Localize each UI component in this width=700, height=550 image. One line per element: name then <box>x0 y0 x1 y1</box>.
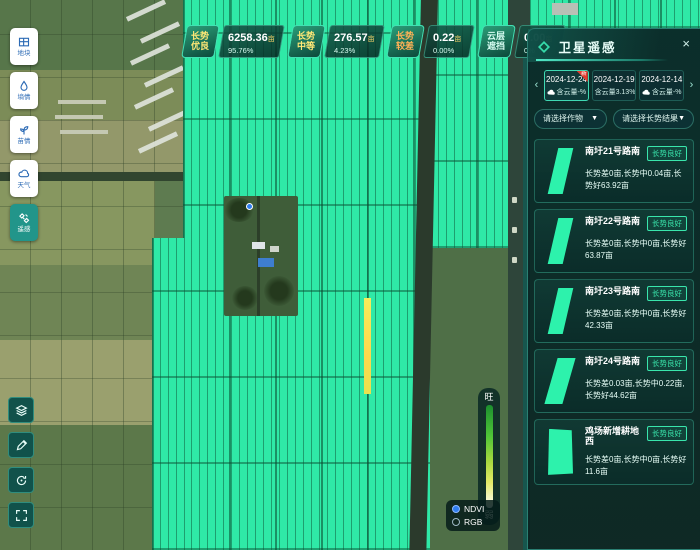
map-marker <box>512 227 517 233</box>
sidebar-item-label: 苗情 <box>18 138 31 144</box>
ndvi-radio[interactable]: NDVI <box>452 505 494 514</box>
date-selector: ‹ 新 2024-12-24 含云量-% 2024-12-19 含云量3.13%… <box>528 62 700 107</box>
date-card[interactable]: 新 2024-12-24 含云量-% <box>544 70 589 101</box>
close-icon[interactable]: × <box>682 37 690 50</box>
highlighted-crop-fields <box>183 0 430 550</box>
highlighted-crop-fields <box>522 0 700 28</box>
sidebar-item-label: 地块 <box>18 50 31 56</box>
field-card[interactable]: 南圩21号路南长势良好 长势差0亩,长势中0.04亩,长势好63.92亩 <box>534 139 694 203</box>
greenhouse <box>60 130 108 134</box>
stat-badge: 长势中等 <box>287 25 326 58</box>
date-card[interactable]: 2024-12-19 含云量3.13% <box>592 70 637 101</box>
fullscreen-icon <box>15 509 28 522</box>
growth-stats-bar: 长势优良 6258.36亩95.76% 长势中等 276.57亩4.23% 长势… <box>184 25 563 58</box>
reset-locate-button[interactable] <box>8 467 34 493</box>
stat-badge: 云层遮挡 <box>478 25 517 58</box>
greenhouse <box>58 100 106 104</box>
sidebar-item-remote-sensing[interactable]: 遥感 <box>10 204 38 241</box>
stat-growth-excellent: 长势优良 6258.36亩95.76% <box>184 25 282 58</box>
rgb-radio[interactable]: RGB <box>452 518 494 527</box>
building <box>552 3 578 15</box>
weather-icon <box>18 168 30 180</box>
field-list: 南圩21号路南长势良好 长势差0亩,长势中0.04亩,长势好63.92亩 南圩2… <box>528 135 700 549</box>
field-thumbnail <box>541 426 579 479</box>
field-card[interactable]: 南圩24号路南长势良好 长势差0.03亩,长势中0.22亩,长势好44.62亩 <box>534 349 694 413</box>
header-divider <box>536 59 668 61</box>
stat-value: 276.57亩4.23% <box>324 25 384 58</box>
radio-unselected-icon <box>452 518 460 526</box>
building <box>252 242 265 249</box>
field-thumbnail <box>541 146 579 196</box>
building <box>270 246 279 252</box>
growth-badge: 长势良好 <box>647 286 687 301</box>
next-date-arrow[interactable]: › <box>687 70 696 101</box>
field-thumbnail <box>541 216 579 266</box>
stat-growth-poor: 长势较差 0.22亩0.00% <box>389 25 472 58</box>
field-card[interactable]: 鸡场新增耕地西长势良好 长势差0亩,长势中0亩,长势好11.6亩 <box>534 419 694 486</box>
stat-growth-medium: 长势中等 276.57亩4.23% <box>290 25 382 58</box>
village-area <box>224 196 298 316</box>
growth-badge: 长势良好 <box>647 146 687 161</box>
moisture-icon <box>18 80 30 92</box>
stat-value: 6258.36亩95.76% <box>218 25 285 58</box>
growth-badge: 长势良好 <box>647 356 687 371</box>
crop-select[interactable]: 请选择作物 ▼ <box>534 109 607 129</box>
pencil-icon <box>15 439 28 452</box>
draw-measure-button[interactable] <box>8 432 34 458</box>
sidebar-item-weather[interactable]: 天气 <box>10 160 38 197</box>
map-marker <box>512 197 517 203</box>
map-marker[interactable] <box>246 203 253 210</box>
field-thumbnail <box>541 286 579 336</box>
sidebar-item-label: 遥感 <box>18 226 31 232</box>
field-card[interactable]: 南圩22号路南长势良好 长势差0亩,长势中0亩,长势好63.87亩 <box>534 209 694 273</box>
sidebar-item-plots[interactable]: 地块 <box>10 28 38 65</box>
date-card[interactable]: 2024-12-14 含云量-% <box>639 70 684 101</box>
seedling-icon <box>18 124 30 136</box>
layers-icon <box>15 404 28 417</box>
cloud-icon <box>547 89 555 95</box>
growth-badge: 长势良好 <box>647 426 687 441</box>
caret-down-icon: ▼ <box>591 115 598 122</box>
radio-selected-icon <box>452 505 460 513</box>
cloud-icon <box>642 89 650 95</box>
legend-high-label: 旺 <box>484 393 493 402</box>
filter-row: 请选择作物 ▼ 请选择长势结果 ▼ <box>528 107 700 135</box>
field-card[interactable]: 南圩23号路南长势良好 长势差0亩,长势中0亩,长势好42.33亩 <box>534 279 694 343</box>
layer-toggle: NDVI RGB <box>446 500 500 531</box>
ndvi-gradient-bar <box>486 405 493 508</box>
panel-header: 卫星遥感 × <box>528 29 700 62</box>
prev-date-arrow[interactable]: ‹ <box>532 70 541 101</box>
panel-title: 卫星遥感 <box>558 41 616 55</box>
caret-down-icon: ▼ <box>678 115 685 122</box>
gem-icon <box>538 41 550 53</box>
satellite-remote-sensing-panel: 卫星遥感 × ‹ 新 2024-12-24 含云量-% 2024-12-19 含… <box>527 28 700 550</box>
weak-growth-strip <box>364 298 371 394</box>
sidebar-item-seedling[interactable]: 苗情 <box>10 116 38 153</box>
refresh-locate-icon <box>15 474 28 487</box>
highlighted-crop-fields <box>152 238 185 550</box>
building <box>258 258 274 267</box>
app-screen: 长势优良 6258.36亩95.76% 长势中等 276.57亩4.23% 长势… <box>0 0 700 550</box>
fullscreen-button[interactable] <box>8 502 34 528</box>
field-thumbnail <box>541 356 579 406</box>
plot-icon <box>18 36 30 48</box>
satellite-icon <box>18 212 30 224</box>
growth-badge: 长势良好 <box>647 216 687 231</box>
stat-value: 0.22亩0.00% <box>424 25 476 58</box>
sidebar-item-soil-moisture[interactable]: 墒情 <box>10 72 38 109</box>
greenhouse <box>55 115 103 119</box>
layers-button[interactable] <box>8 397 34 423</box>
sidebar-item-label: 天气 <box>18 182 31 188</box>
stat-badge: 长势优良 <box>181 25 220 58</box>
stat-badge: 长势较差 <box>387 25 426 58</box>
sidebar-item-label: 墒情 <box>18 94 31 100</box>
growth-result-select[interactable]: 请选择长势结果 ▼ <box>613 109 694 129</box>
map-marker <box>512 257 517 263</box>
